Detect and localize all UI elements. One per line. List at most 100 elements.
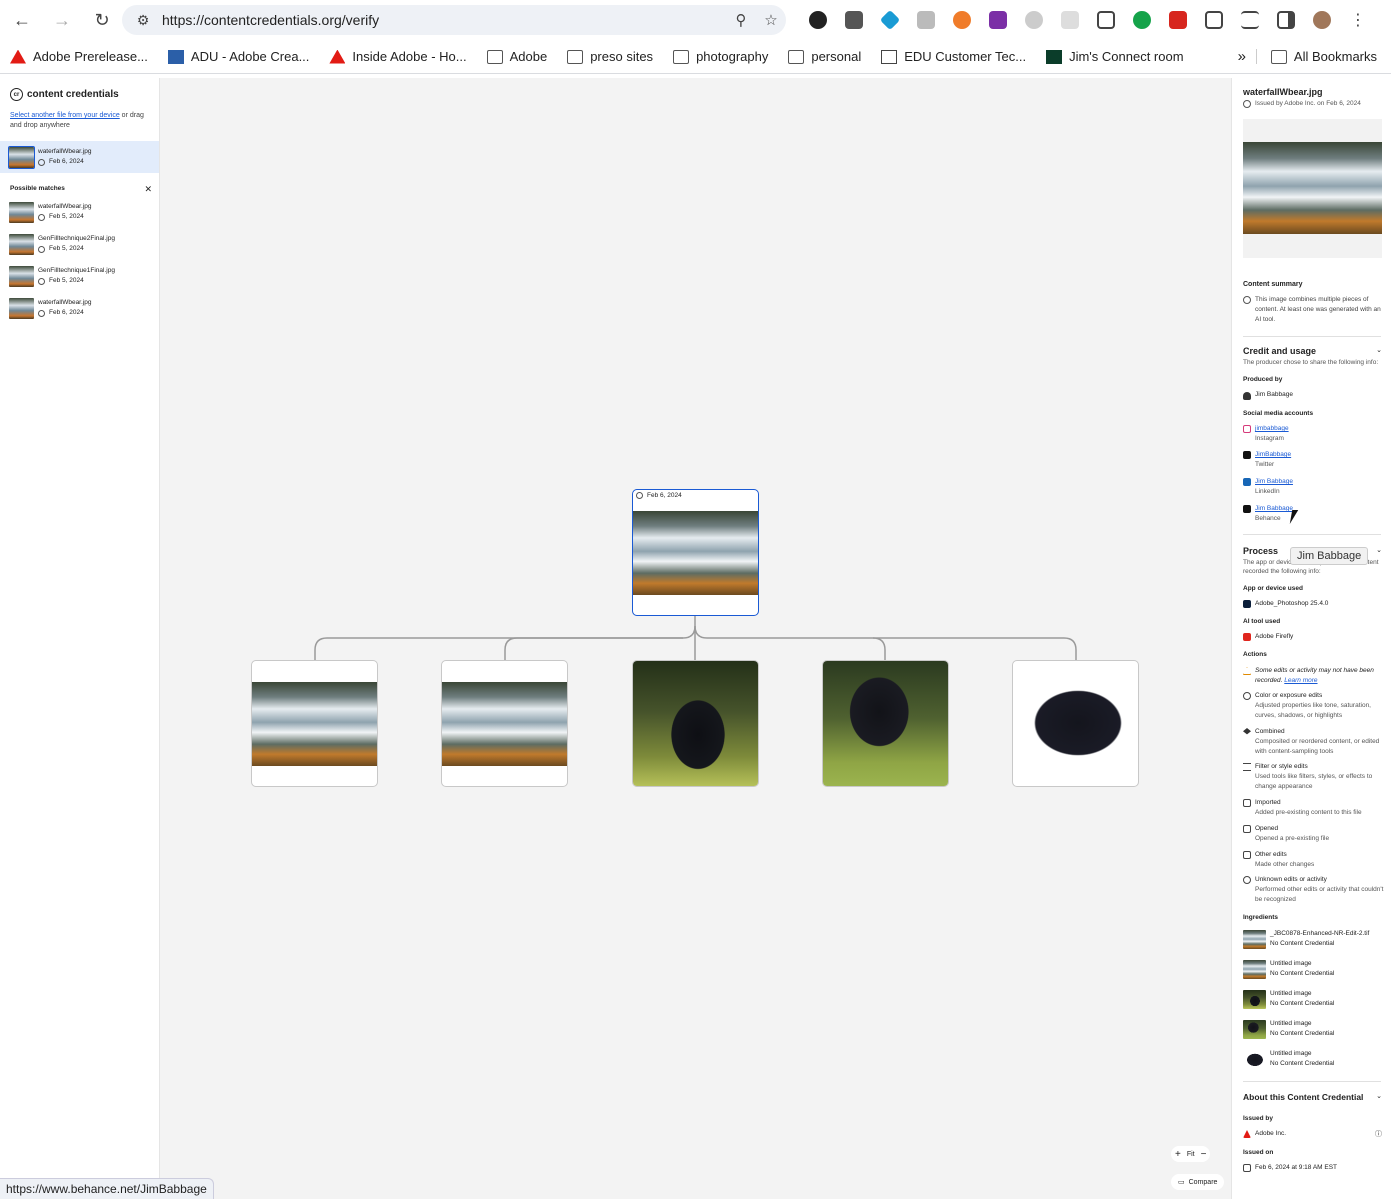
match-item[interactable]: waterfallWbear.jpg Feb 6, 2024 bbox=[0, 292, 159, 324]
reload-icon[interactable]: ↻ bbox=[84, 2, 120, 38]
ingredient-name[interactable]: _JBC0878-Enhanced-NR-Edit-2.tif bbox=[1270, 929, 1391, 939]
ingredient-node[interactable] bbox=[1012, 660, 1139, 787]
credit-section-title[interactable]: Credit and usage bbox=[1243, 346, 1316, 356]
bookmark-item[interactable]: ADU - Adobe Crea... bbox=[158, 49, 320, 64]
chevron-down-icon[interactable]: ⌄ bbox=[1376, 546, 1382, 554]
process-section-title[interactable]: Process bbox=[1243, 546, 1278, 556]
cr-icon bbox=[38, 245, 45, 253]
extensions-bar: ⋮ bbox=[800, 6, 1376, 34]
ingredient-node[interactable] bbox=[822, 660, 949, 787]
site-info-icon[interactable]: ⚙ bbox=[130, 12, 156, 29]
forward-icon[interactable]: → bbox=[44, 2, 80, 38]
star-icon[interactable]: ☆ bbox=[756, 11, 786, 29]
all-bookmarks[interactable]: All Bookmarks bbox=[1255, 49, 1387, 64]
bookmark-folder[interactable]: photography bbox=[663, 49, 778, 64]
chevron-down-icon[interactable]: ⌄ bbox=[1376, 1092, 1382, 1100]
puzzle-icon[interactable] bbox=[1196, 6, 1232, 34]
match-item[interactable]: waterfallWbear.jpg Feb 5, 2024 bbox=[0, 196, 159, 228]
menu-icon[interactable]: ⋮ bbox=[1340, 6, 1376, 34]
close-icon[interactable]: ✕ bbox=[144, 184, 152, 195]
zoom-icon[interactable]: ⚲ bbox=[726, 11, 756, 29]
file-name: GenFilltechnique2Final.jpg bbox=[38, 235, 115, 242]
ingredient-thumbnail bbox=[1243, 1050, 1266, 1069]
extension-icon[interactable] bbox=[908, 6, 944, 34]
learn-more-link[interactable]: Learn more bbox=[1284, 677, 1317, 684]
grammarly-icon[interactable] bbox=[1124, 6, 1160, 34]
behance-icon bbox=[1243, 505, 1251, 513]
extension-icon[interactable] bbox=[1052, 6, 1088, 34]
ingredient-status: No Content Credential bbox=[1270, 1060, 1335, 1067]
screenshot-icon[interactable] bbox=[1088, 6, 1124, 34]
bookmark-item[interactable]: EDU Customer Tec... bbox=[871, 49, 1036, 64]
compare-button[interactable]: ▭ Compare bbox=[1171, 1174, 1225, 1190]
more-bookmarks-icon[interactable]: » bbox=[1228, 48, 1256, 65]
zoom-in-icon[interactable]: + bbox=[1175, 1149, 1181, 1160]
behance-icon[interactable] bbox=[1016, 6, 1052, 34]
file-date: Feb 5, 2024 bbox=[49, 213, 84, 220]
diamond-extension-icon[interactable] bbox=[872, 6, 908, 34]
ingredient-name[interactable]: Untitled image bbox=[1270, 959, 1391, 969]
possible-matches-header: Possible matches ✕ bbox=[10, 184, 152, 195]
ingredient-name[interactable]: Untitled image bbox=[1270, 1049, 1391, 1059]
file-thumbnail bbox=[9, 233, 34, 255]
root-node[interactable]: Feb 6, 2024 bbox=[632, 489, 759, 616]
brand-logo[interactable]: cr content credentials bbox=[10, 88, 119, 101]
media-icon[interactable] bbox=[1232, 6, 1268, 34]
filter-icon bbox=[1243, 763, 1251, 771]
info-icon[interactable]: ⓘ bbox=[1375, 1129, 1382, 1139]
select-file-link[interactable]: Select another file from your device bbox=[10, 112, 120, 119]
bookmark-item[interactable]: Adobe Prerelease... bbox=[0, 49, 158, 64]
social-site: Twitter bbox=[1255, 461, 1275, 468]
action-title: Imported bbox=[1255, 799, 1281, 806]
action-title: Other edits bbox=[1255, 851, 1287, 858]
behance-link[interactable]: Jim Babbage bbox=[1255, 504, 1385, 514]
about-section-title[interactable]: About this Content Credential bbox=[1243, 1092, 1363, 1102]
bookmark-folder[interactable]: personal bbox=[778, 49, 871, 64]
details-panel: waterfallWbear.jpg Issued by Adobe Inc. … bbox=[1231, 78, 1391, 1199]
ingredient-node[interactable] bbox=[251, 660, 378, 787]
ingredient-status: No Content Credential bbox=[1270, 1000, 1335, 1007]
zoom-out-icon[interactable]: − bbox=[1201, 1149, 1207, 1160]
back-icon[interactable]: ← bbox=[4, 2, 40, 38]
action-desc: Adjusted properties like tone, saturatio… bbox=[1255, 702, 1371, 719]
url-text[interactable]: https://contentcredentials.org/verify bbox=[162, 12, 726, 28]
onenote-icon[interactable] bbox=[980, 6, 1016, 34]
extension-icon[interactable] bbox=[836, 6, 872, 34]
linkedin-icon bbox=[1243, 478, 1251, 486]
details-file-name: waterfallWbear.jpg bbox=[1243, 87, 1323, 97]
producer-name: Jim Babbage bbox=[1255, 391, 1293, 398]
acrobat-icon[interactable] bbox=[1160, 6, 1196, 34]
waterfall-image bbox=[442, 682, 567, 766]
twitter-link[interactable]: JimBabbage bbox=[1255, 450, 1385, 460]
preview-image bbox=[1243, 142, 1382, 234]
sidepanel-icon[interactable] bbox=[1268, 6, 1304, 34]
ingredient-node[interactable] bbox=[441, 660, 568, 787]
extension-icon[interactable] bbox=[944, 6, 980, 34]
file-thumbnail bbox=[9, 201, 34, 223]
ingredients-title: Ingredients bbox=[1243, 914, 1279, 921]
bookmark-item[interactable]: Inside Adobe - Ho... bbox=[319, 49, 476, 64]
chat-extension-icon[interactable] bbox=[800, 6, 836, 34]
zoom-fit-button[interactable]: Fit bbox=[1187, 1151, 1195, 1158]
ingredient-name[interactable]: Untitled image bbox=[1270, 1019, 1391, 1029]
bookmark-item[interactable]: Jim's Connect room bbox=[1036, 49, 1193, 64]
bookmark-folder[interactable]: Adobe bbox=[477, 49, 558, 64]
ingredient-node[interactable] bbox=[632, 660, 759, 787]
address-bar[interactable]: ⚙ https://contentcredentials.org/verify … bbox=[122, 5, 786, 35]
match-item[interactable]: GenFilltechnique2Final.jpg Feb 5, 2024 bbox=[0, 228, 159, 260]
provenance-canvas[interactable]: Feb 6, 2024 + Fit − ▭ Compare bbox=[160, 78, 1231, 1199]
bookmark-folder[interactable]: preso sites bbox=[557, 49, 663, 64]
folder-icon bbox=[1270, 49, 1287, 64]
avatar[interactable] bbox=[1304, 6, 1340, 34]
file-date: Feb 5, 2024 bbox=[49, 277, 84, 284]
action-title: Filter or style edits bbox=[1255, 763, 1308, 770]
instagram-link[interactable]: jimbabbage bbox=[1255, 424, 1385, 434]
ingredient-name[interactable]: Untitled image bbox=[1270, 989, 1391, 999]
ai-name: Adobe Firefly bbox=[1255, 633, 1294, 640]
current-file[interactable]: waterfallWbear.jpg Feb 6, 2024 bbox=[0, 141, 159, 173]
firefly-icon bbox=[1243, 633, 1251, 641]
linkedin-link[interactable]: Jim Babbage bbox=[1255, 477, 1385, 487]
match-item[interactable]: GenFilltechnique1Final.jpg Feb 5, 2024 bbox=[0, 260, 159, 292]
cr-icon bbox=[38, 309, 45, 317]
chevron-down-icon[interactable]: ⌄ bbox=[1376, 346, 1382, 354]
